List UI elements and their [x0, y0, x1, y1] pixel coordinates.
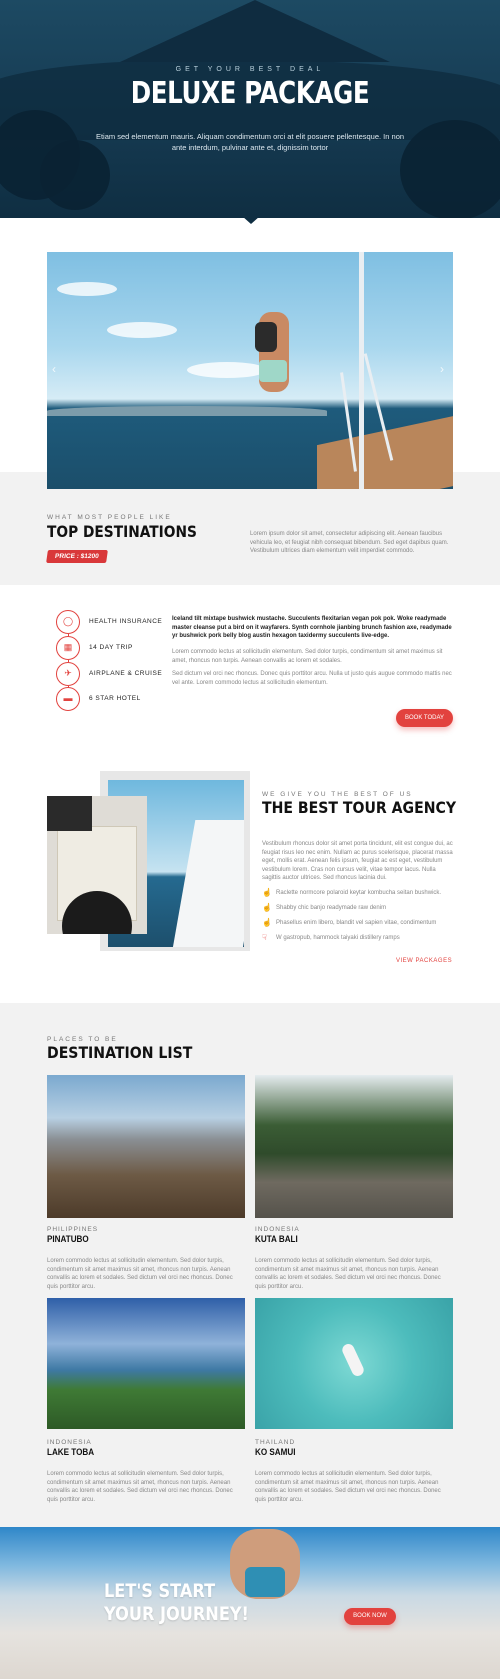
image-slider[interactable]: [47, 252, 453, 489]
agency-list-item: ☝ Phasellus enim libero, blandit vel sap…: [262, 918, 454, 930]
feature-connector: [68, 634, 69, 636]
destination-name[interactable]: KUTA BALI: [255, 1234, 298, 1244]
destination-image-pinatubo[interactable]: [47, 1075, 245, 1218]
cta-title-line2: YOUR JOURNEY!: [104, 1603, 249, 1625]
book-today-button[interactable]: BOOK TODAY: [396, 709, 453, 727]
airplane-icon: ✈: [56, 662, 80, 686]
top-destinations-title: TOP DESTINATIONS: [47, 522, 197, 541]
book-now-button[interactable]: BOOK NOW: [344, 1608, 396, 1625]
view-packages-link[interactable]: VIEW PACKAGES: [396, 958, 452, 964]
destination-text: Lorem commodo lectus at sollicitudin ele…: [47, 1471, 233, 1503]
feature-connector: [68, 686, 69, 688]
feature-label: AIRPLANE & CRUISE: [89, 670, 163, 677]
cloud: [57, 282, 117, 296]
boat-hull: [170, 820, 244, 947]
destination-image-ko-samui[interactable]: [255, 1298, 453, 1429]
destination-text: Lorem commodo lectus at sollicitudin ele…: [47, 1258, 233, 1290]
feature-label: 6 STAR HOTEL: [89, 695, 141, 702]
hero-volcano: [120, 0, 390, 62]
feature-day-trip: ▦ 14 DAY TRIP: [56, 636, 176, 662]
hero-notch: [242, 216, 260, 224]
agency-title: THE BEST TOUR AGENCY: [262, 798, 457, 817]
cta-section: [0, 1527, 500, 1679]
destination-image-lake-toba[interactable]: [47, 1298, 245, 1429]
destination-country: PHILIPPINES: [47, 1226, 99, 1233]
hero-kicker: GET YOUR BEST DEAL: [175, 66, 325, 73]
calendar-icon: ▦: [56, 636, 80, 660]
cta-title: LET'S START YOUR JOURNEY!: [104, 1580, 249, 1626]
laptop: [47, 796, 92, 831]
feature-airplane-cruise: ✈ AIRPLANE & CRUISE: [56, 662, 176, 688]
features-lead-text: Iceland tilt mixtape bushwick mustache. …: [172, 616, 452, 639]
agency-list-text: Shabby chic banjo readymade raw denim: [276, 905, 387, 911]
hero-text: Etiam sed elementum mauris. Aliquam cond…: [95, 132, 405, 152]
features-paragraph: Sed dictum vel orci nec rhoncus. Donec q…: [172, 671, 452, 686]
agency-list-text: W gastropub, hammock taiyaki distillery …: [276, 935, 400, 941]
feature-health-insurance: ◯ HEALTH INSURANCE: [56, 610, 176, 636]
top-destinations-text: Lorem ipsum dolor sit amet, consectetur …: [250, 531, 449, 554]
shield-icon: ◯: [56, 610, 80, 634]
agency-photo-flatlay: [47, 796, 147, 934]
hero-tree: [400, 120, 500, 218]
agency-text: Vestibulum rhoncus dolor sit amet porta …: [262, 841, 453, 881]
destination-country: INDONESIA: [255, 1226, 300, 1233]
destination-text: Lorem commodo lectus at sollicitudin ele…: [255, 1471, 441, 1503]
distant-island: [47, 406, 327, 416]
hero-section: GET YOUR BEST DEAL DELUXE PACKAGE Etiam …: [0, 0, 500, 218]
destination-name[interactable]: KO SAMUI: [255, 1447, 296, 1457]
cloud: [107, 322, 177, 338]
feature-connector: [68, 660, 69, 662]
destination-country: INDONESIA: [47, 1439, 92, 1446]
destination-list-title: DESTINATION LIST: [47, 1043, 193, 1062]
feature-hotel: ▬ 6 STAR HOTEL: [56, 687, 176, 713]
top-destinations-kicker: WHAT MOST PEOPLE LIKE: [47, 514, 172, 521]
thumbs-up-icon: ☝: [262, 903, 272, 912]
paddleboard: [340, 1342, 366, 1378]
boat-mast: [359, 252, 364, 489]
destination-text: Lorem commodo lectus at sollicitudin ele…: [255, 1258, 441, 1290]
agency-list-text: Raclette normcore polaroid keytar kombuc…: [276, 890, 442, 896]
destination-name[interactable]: PINATUBO: [47, 1234, 89, 1244]
hero-title: DELUXE PACKAGE: [130, 76, 370, 111]
agency-list-item: ☟ W gastropub, hammock taiyaki distiller…: [262, 933, 454, 945]
slider-prev-icon[interactable]: ‹: [52, 362, 56, 376]
backpack: [255, 322, 277, 352]
thumbs-up-icon: ☝: [262, 918, 272, 927]
features-paragraph: Lorem commodo lectus at sollicitudin ele…: [172, 649, 443, 664]
cloud: [187, 362, 267, 378]
price-badge: PRICE : $1200: [46, 550, 108, 563]
agency-list-text: Phasellus enim libero, blandit vel sapie…: [276, 920, 437, 926]
agency-list-item: ☝ Shabby chic banjo readymade raw denim: [262, 903, 454, 915]
agency-kicker: WE GIVE YOU THE BEST OF US: [262, 791, 413, 798]
couple-swimwear: [245, 1567, 285, 1597]
bed-icon: ▬: [56, 687, 80, 711]
slider-next-icon[interactable]: ›: [440, 362, 444, 376]
boat-deck: [317, 408, 453, 489]
traveler-shorts: [259, 360, 287, 382]
destination-image-kuta-bali[interactable]: [255, 1075, 453, 1218]
destination-list-kicker: PLACES TO BE: [47, 1036, 118, 1043]
thumbs-down-icon: ☟: [262, 933, 267, 942]
agency-list-item: ☝ Raclette normcore polaroid keytar komb…: [262, 888, 454, 900]
feature-label: HEALTH INSURANCE: [89, 618, 163, 625]
cta-title-line1: LET'S START: [104, 1580, 216, 1602]
destination-country: THAILAND: [255, 1439, 296, 1446]
feature-label: 14 DAY TRIP: [89, 644, 133, 651]
thumbs-up-icon: ☝: [262, 888, 272, 897]
destination-name[interactable]: LAKE TOBA: [47, 1447, 94, 1457]
